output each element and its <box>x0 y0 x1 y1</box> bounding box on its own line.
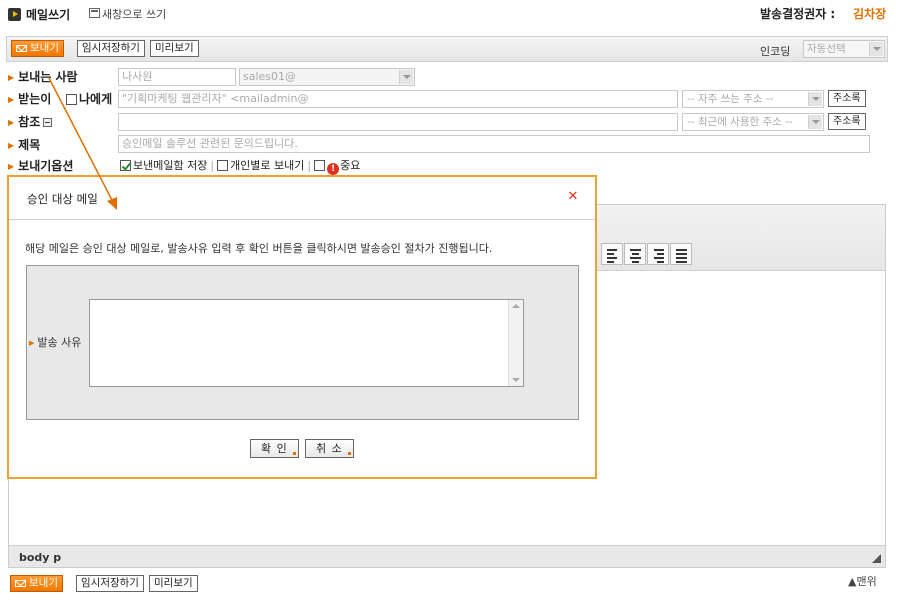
reason-row-label: ▶ 발송 사유 <box>29 334 81 350</box>
send-button-label: 보내기 <box>30 42 59 54</box>
to-row-label: ▶ 받는이 <box>8 90 51 107</box>
send-options: 보낸메일함 저장 | 개인별로 보내기 |! 중요 <box>120 157 360 175</box>
expand-icon[interactable] <box>43 118 53 127</box>
send-button-bottom[interactable]: 보내기 <box>10 575 63 592</box>
reason-textarea[interactable] <box>89 299 524 387</box>
important-checkbox[interactable] <box>314 160 326 171</box>
to-self-label: 나에게 <box>79 92 113 106</box>
save-sent-checkbox[interactable] <box>120 160 131 171</box>
encoding-label: 인코딩 <box>760 45 791 58</box>
to-self-checkbox[interactable] <box>66 94 77 105</box>
individual-send-checkbox[interactable] <box>217 160 229 171</box>
top-toolbar: 보내기 임시저장하기 미리보기 인코딩 자동선택 <box>6 36 888 62</box>
separator: | <box>307 159 312 172</box>
subject-input[interactable]: 승인메일 솔루션 관련된 문의드립니다. <box>118 135 870 153</box>
recent-address-value: -- 최근에 사용한 주소 -- <box>687 116 793 128</box>
cc-address-book-button[interactable]: 주소록 <box>828 113 866 130</box>
separator: | <box>210 159 215 172</box>
play-icon <box>8 8 21 21</box>
new-window-icon[interactable] <box>89 8 100 18</box>
reason-label: 발송 사유 <box>37 336 82 349</box>
bullet-icon: ▶ <box>29 339 35 347</box>
send-button[interactable]: 보내기 <box>11 40 64 57</box>
preview-button[interactable]: 미리보기 <box>150 40 199 57</box>
important-label: 중요 <box>340 159 361 172</box>
back-to-top-link[interactable]: ▲맨위 <box>848 573 877 589</box>
approval-modal: 승인 대상 메일 ✕ 해당 메일은 승인 대상 메일로, 발송사유 입력 후 확… <box>7 175 597 479</box>
subject-row-label: ▶ 제목 <box>8 136 40 153</box>
subject-label: 제목 <box>18 138 41 152</box>
encoding-select[interactable]: 자동선택 <box>803 40 885 58</box>
send-button-label: 보내기 <box>29 577 58 589</box>
bullet-icon: ▶ <box>8 141 15 150</box>
frequent-address-select[interactable]: -- 자주 쓰는 주소 -- <box>682 90 824 108</box>
approver-label: 발송결정권자 : <box>760 7 836 21</box>
chevron-down-icon <box>399 70 413 84</box>
modal-message: 해당 메일은 승인 대상 메일로, 발송사유 입력 후 확인 버튼을 클릭하시면… <box>25 242 493 255</box>
save-draft-button[interactable]: 임시저장하기 <box>77 40 145 57</box>
to-address-book-button[interactable]: 주소록 <box>828 90 866 107</box>
align-center-icon[interactable] <box>624 243 646 265</box>
to-self-option[interactable]: 나에게 <box>66 90 112 107</box>
element-path: body p <box>19 551 62 564</box>
scroll-up-icon[interactable] <box>512 304 520 308</box>
recent-address-select[interactable]: -- 최근에 사용한 주소 -- <box>682 113 824 131</box>
chevron-down-icon <box>869 42 883 56</box>
save-sent-label: 보낸메일함 저장 <box>133 159 208 172</box>
confirm-button[interactable]: 확 인 <box>250 439 299 458</box>
preview-button-bottom[interactable]: 미리보기 <box>149 575 198 592</box>
chevron-down-icon <box>808 115 822 129</box>
to-input[interactable]: "기획마케팅 웹관리자" <mailadmin@ <box>118 90 678 108</box>
sender-email-select[interactable]: sales01@ <box>239 68 415 86</box>
individual-send-label: 개인별로 보내기 <box>230 159 305 172</box>
encoding-value: 자동선택 <box>807 43 846 55</box>
bullet-icon: ▶ <box>8 73 15 82</box>
important-icon: ! <box>327 163 340 175</box>
sender-name-input[interactable]: 나사원 <box>118 68 236 86</box>
sender-email-value: sales01@ <box>243 70 297 83</box>
scroll-down-icon[interactable] <box>512 378 520 382</box>
page-title: 메일쓰기 <box>26 8 71 22</box>
frequent-address-value: -- 자주 쓰는 주소 -- <box>687 93 774 105</box>
reason-panel: ▶ 발송 사유 <box>26 265 579 420</box>
align-right-icon[interactable] <box>647 243 669 265</box>
to-label: 받는이 <box>18 92 52 106</box>
align-left-icon[interactable] <box>601 243 623 265</box>
reason-scrollbar[interactable] <box>508 300 523 386</box>
bullet-icon: ▶ <box>8 95 15 104</box>
options-row-label: ▶ 보내기옵션 <box>8 157 73 174</box>
bullet-icon: ▶ <box>8 118 15 127</box>
mail-icon <box>15 580 26 587</box>
align-justify-icon[interactable] <box>670 243 692 265</box>
sender-row-label: ▶ 보내는 사람 <box>8 68 78 85</box>
close-icon[interactable]: ✕ <box>567 190 579 203</box>
bullet-icon: ▶ <box>8 162 15 171</box>
new-window-link[interactable]: 새창으로 쓰기 <box>102 6 166 22</box>
chevron-down-icon <box>808 92 822 106</box>
cc-label: 참조 <box>18 115 41 129</box>
cc-input[interactable] <box>118 113 678 131</box>
cc-row-label: ▶ 참조 <box>8 113 53 130</box>
sender-label: 보내는 사람 <box>18 70 78 84</box>
save-draft-button-bottom[interactable]: 임시저장하기 <box>76 575 144 592</box>
approver-name: 김차장 <box>853 7 887 21</box>
modal-header: 승인 대상 메일 ✕ <box>9 177 595 220</box>
modal-title: 승인 대상 메일 <box>27 192 98 206</box>
cancel-button[interactable]: 취 소 <box>305 439 354 458</box>
options-label: 보내기옵션 <box>18 159 74 173</box>
editor-status-bar: body p <box>9 545 885 567</box>
bottom-toolbar: 보내기 임시저장하기 미리보기 <box>6 572 888 598</box>
mail-icon <box>16 45 27 52</box>
resize-handle-icon[interactable] <box>872 554 881 563</box>
title-bar: 메일쓰기 새창으로 쓰기 발송결정권자 : 김차장 <box>0 0 900 28</box>
